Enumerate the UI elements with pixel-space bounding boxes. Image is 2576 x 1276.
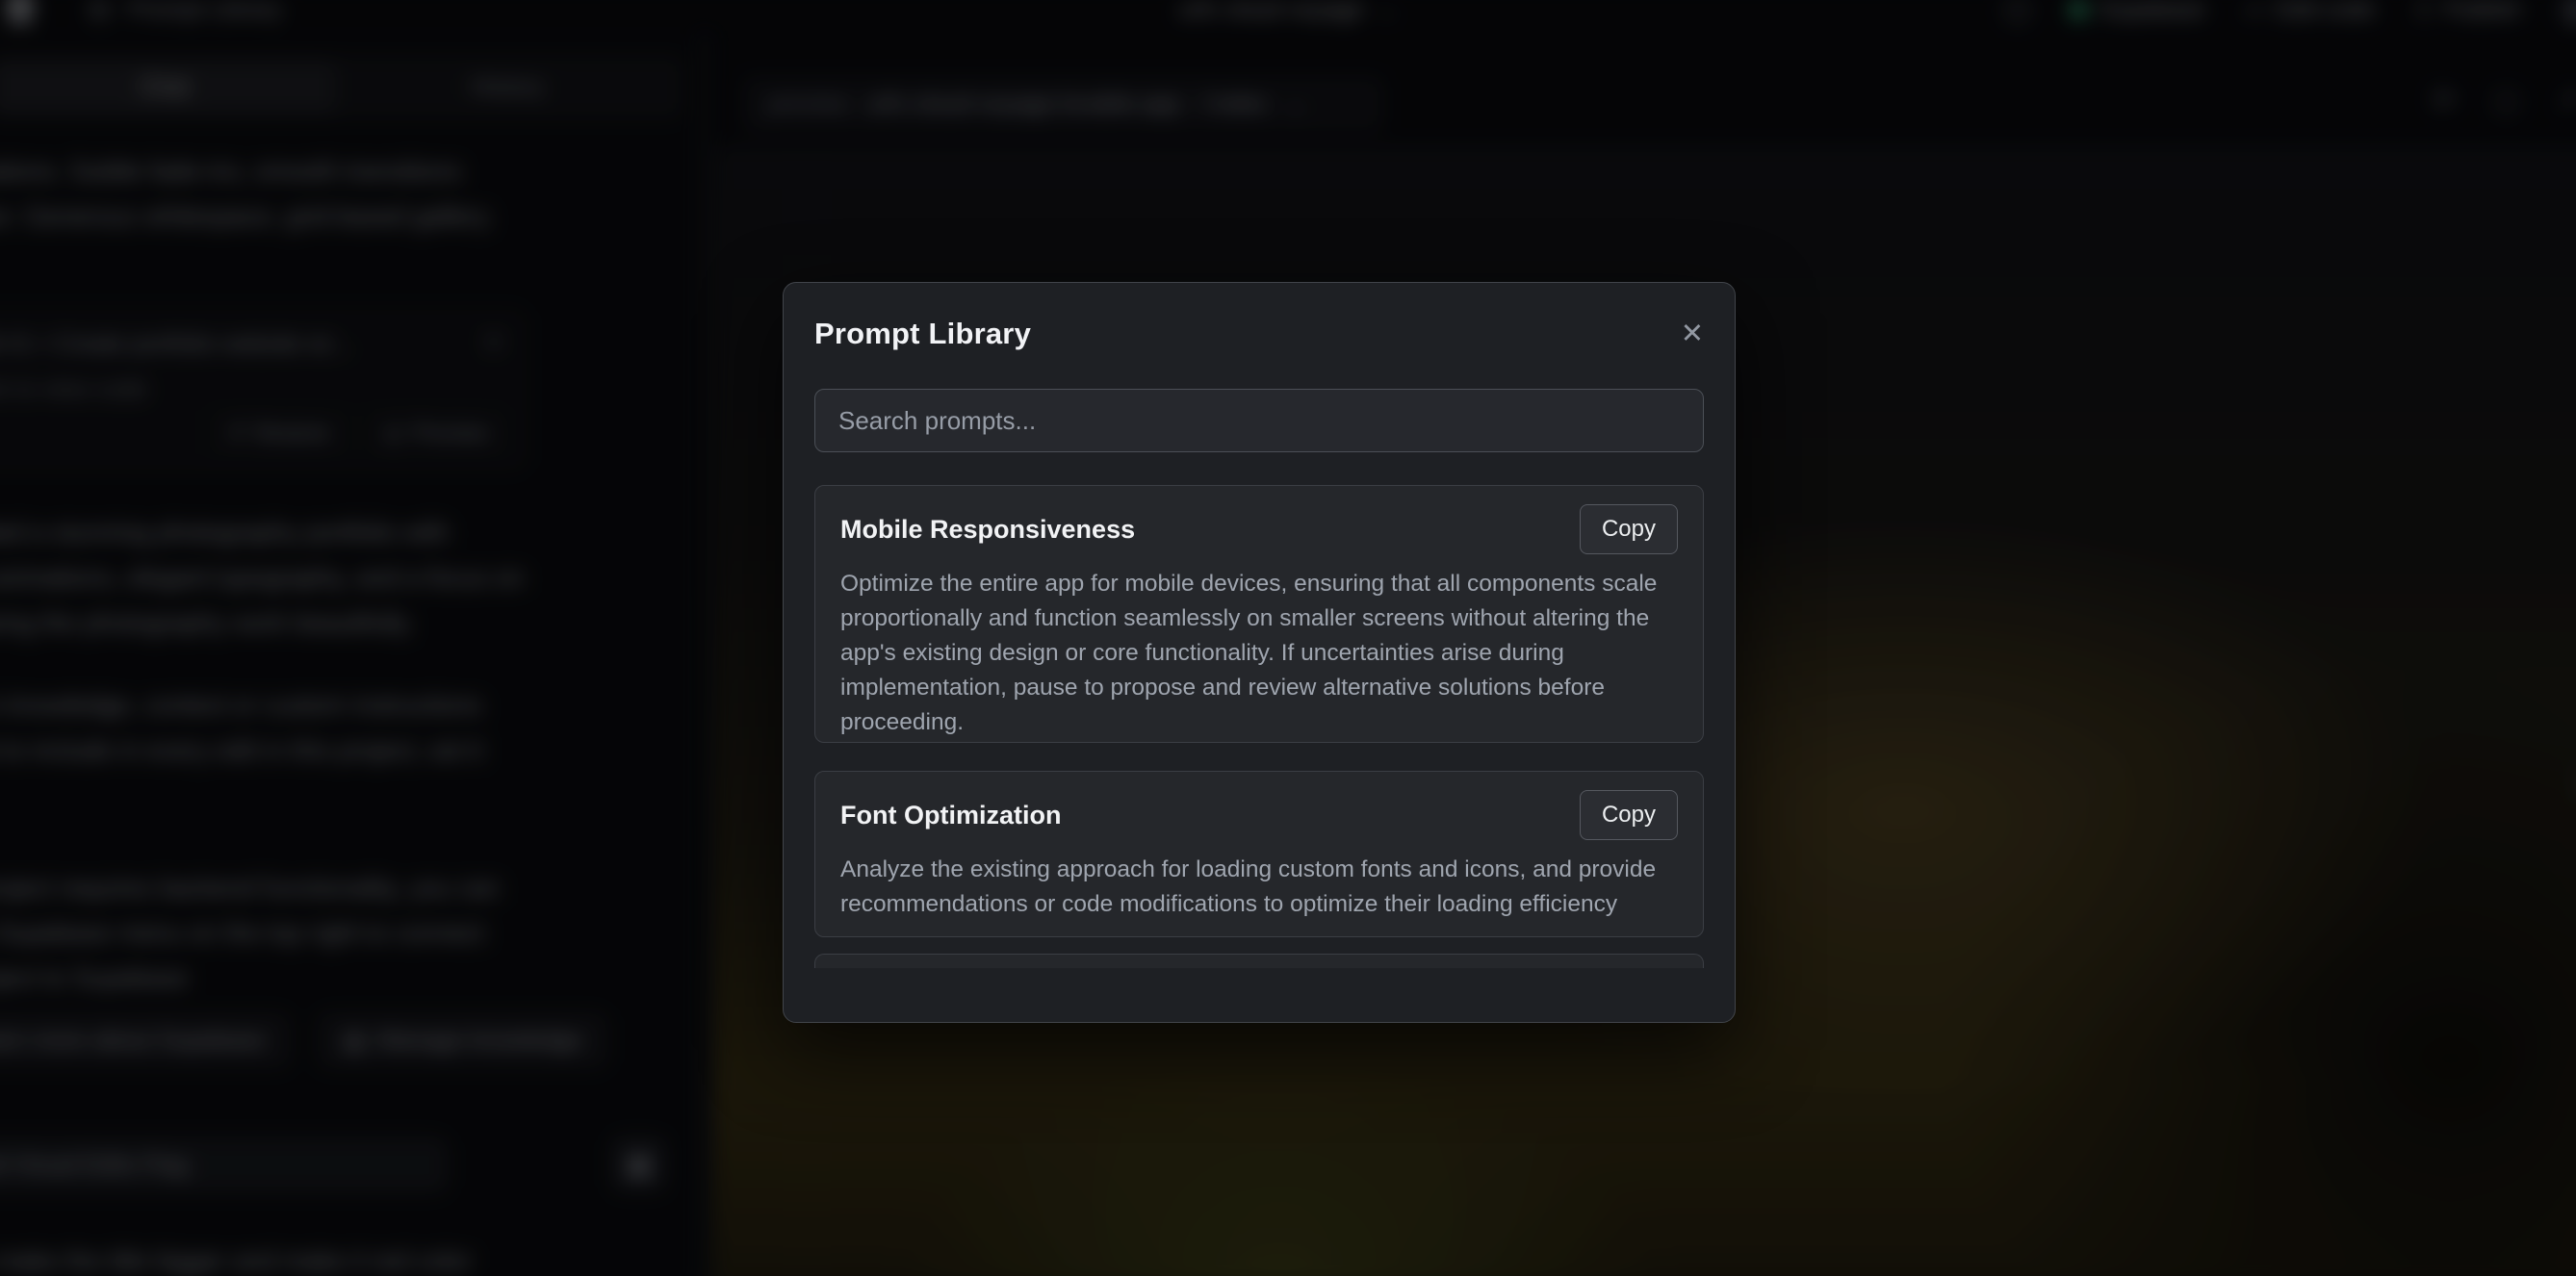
prompt-card-header: Mobile Responsiveness Copy — [840, 503, 1678, 555]
copy-button[interactable]: Copy — [1580, 790, 1678, 840]
prompt-card-title: Mobile Responsiveness — [840, 515, 1135, 545]
prompt-card: Font Optimization Copy Analyze the exist… — [814, 771, 1704, 937]
modal-title: Prompt Library — [814, 317, 1031, 351]
prompt-card: Mobile Responsiveness Copy Optimize the … — [814, 485, 1704, 743]
copy-button[interactable]: Copy — [1580, 504, 1678, 554]
modal-close-button[interactable]: ✕ — [1681, 320, 1704, 348]
prompt-card-partial[interactable] — [814, 954, 1704, 968]
modal-header: Prompt Library ✕ — [814, 312, 1704, 356]
prompt-library-modal: Prompt Library ✕ Mobile Responsiveness C… — [783, 282, 1736, 1023]
prompt-card-header: Font Optimization Copy — [840, 789, 1678, 841]
prompt-list: Mobile Responsiveness Copy Optimize the … — [814, 485, 1704, 968]
search-input[interactable] — [814, 389, 1704, 452]
app-window: ▤ Prompt Library urfc cloud voyage ⌄ i S… — [0, 0, 2576, 1276]
prompt-card-body: Optimize the entire app for mobile devic… — [840, 567, 1678, 740]
prompt-card-body: Analyze the existing approach for loadin… — [840, 853, 1678, 922]
prompt-card-title: Font Optimization — [840, 801, 1061, 830]
